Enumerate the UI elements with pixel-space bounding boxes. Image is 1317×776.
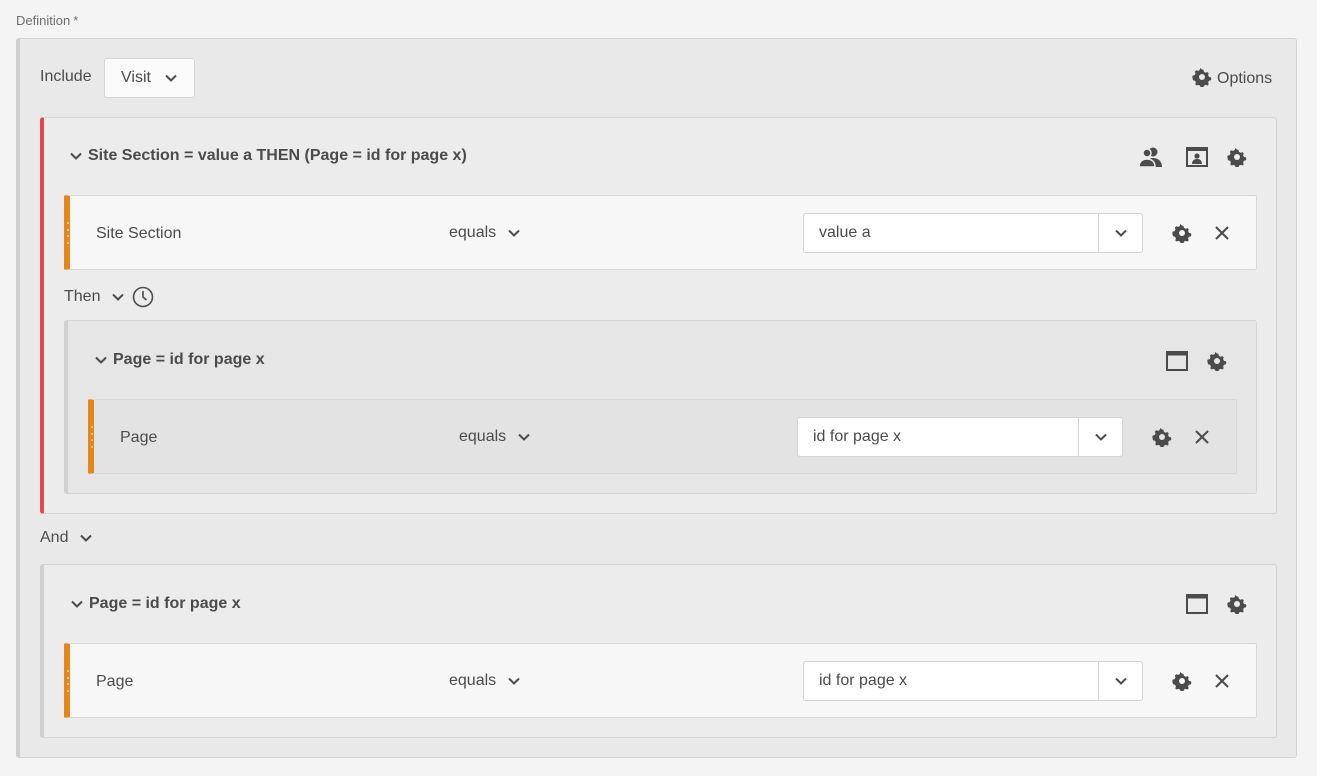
- close-icon[interactable]: [1210, 221, 1234, 245]
- chevron-down-icon[interactable]: [95, 351, 107, 369]
- rule-row: Site Section equals value a: [64, 195, 1257, 270]
- definition-label: Definition *: [16, 13, 78, 28]
- value-combobox[interactable]: id for page x: [797, 417, 1123, 457]
- gear-icon[interactable]: [1224, 591, 1250, 617]
- visit-container-title[interactable]: Site Section = value a THEN (Page = id f…: [70, 147, 467, 165]
- gear-icon[interactable]: [1224, 144, 1250, 170]
- nested-container-title[interactable]: Page = id for page x: [95, 351, 265, 369]
- value-input[interactable]: id for page x: [798, 418, 1078, 456]
- chevron-down-icon: [1114, 224, 1127, 242]
- hit-container-icon[interactable]: [1164, 348, 1190, 374]
- rule-dimension[interactable]: Site Section: [96, 225, 181, 243]
- operator-value: equals: [449, 672, 497, 689]
- rule-row: Page equals id for page x: [64, 643, 1257, 718]
- chevron-down-icon[interactable]: [80, 529, 93, 547]
- chevron-down-icon: [508, 224, 520, 242]
- operator-dropdown[interactable]: equals: [449, 224, 520, 242]
- close-icon[interactable]: [1210, 669, 1234, 693]
- visitor-container-icon[interactable]: [1138, 144, 1164, 170]
- rule-dimension[interactable]: Page: [120, 429, 157, 447]
- hit-container-title-text: Page = id for page x: [89, 595, 241, 612]
- scope-dropdown-value: Visit: [121, 69, 151, 86]
- visit-container-icon[interactable]: [1184, 144, 1210, 170]
- rule-row: Page equals id for page x: [88, 399, 1237, 474]
- value-dropdown-button[interactable]: [1098, 214, 1142, 252]
- drag-handle[interactable]: [66, 222, 70, 244]
- then-connector: Then: [64, 286, 154, 308]
- then-label: Then: [64, 288, 101, 305]
- and-connector: And: [40, 529, 93, 547]
- operator-value: equals: [449, 224, 497, 241]
- value-dropdown-button[interactable]: [1078, 418, 1122, 456]
- and-label: And: [40, 529, 69, 546]
- gear-icon[interactable]: [1204, 348, 1230, 374]
- gear-icon: [1192, 67, 1217, 92]
- value-combobox[interactable]: id for page x: [803, 661, 1143, 701]
- close-icon[interactable]: [1190, 425, 1214, 449]
- nested-container-title-text: Page = id for page x: [113, 351, 265, 368]
- chevron-down-icon[interactable]: [71, 595, 83, 613]
- hit-container-title[interactable]: Page = id for page x: [71, 595, 241, 613]
- gear-icon[interactable]: [1170, 669, 1194, 693]
- required-mark: *: [73, 13, 79, 28]
- chevron-down-icon: [508, 672, 520, 690]
- value-input[interactable]: value a: [804, 214, 1098, 252]
- options-button[interactable]: Options: [1192, 66, 1272, 92]
- chevron-down-icon[interactable]: [70, 147, 82, 165]
- chevron-down-icon: [1114, 672, 1127, 690]
- scope-dropdown[interactable]: Visit: [104, 58, 195, 98]
- operator-value: equals: [459, 428, 507, 445]
- value-dropdown-button[interactable]: [1098, 662, 1142, 700]
- operator-dropdown[interactable]: equals: [449, 672, 520, 690]
- rule-dimension[interactable]: Page: [96, 673, 133, 691]
- value-input[interactable]: id for page x: [804, 662, 1098, 700]
- gear-icon[interactable]: [1150, 425, 1174, 449]
- drag-handle[interactable]: [90, 426, 94, 448]
- clock-icon[interactable]: [132, 286, 154, 308]
- visit-container-title-text: Site Section = value a THEN (Page = id f…: [88, 147, 467, 164]
- definition-label-text: Definition: [16, 13, 71, 28]
- drag-handle[interactable]: [66, 670, 70, 692]
- chevron-down-icon[interactable]: [112, 288, 125, 306]
- value-combobox[interactable]: value a: [803, 213, 1143, 253]
- chevron-down-icon: [165, 69, 177, 87]
- include-label: Include: [40, 68, 92, 85]
- gear-icon[interactable]: [1170, 221, 1194, 245]
- operator-dropdown[interactable]: equals: [459, 428, 530, 446]
- options-label: Options: [1217, 70, 1273, 87]
- chevron-down-icon: [518, 428, 530, 446]
- chevron-down-icon: [1094, 428, 1107, 446]
- hit-container-icon[interactable]: [1184, 591, 1210, 617]
